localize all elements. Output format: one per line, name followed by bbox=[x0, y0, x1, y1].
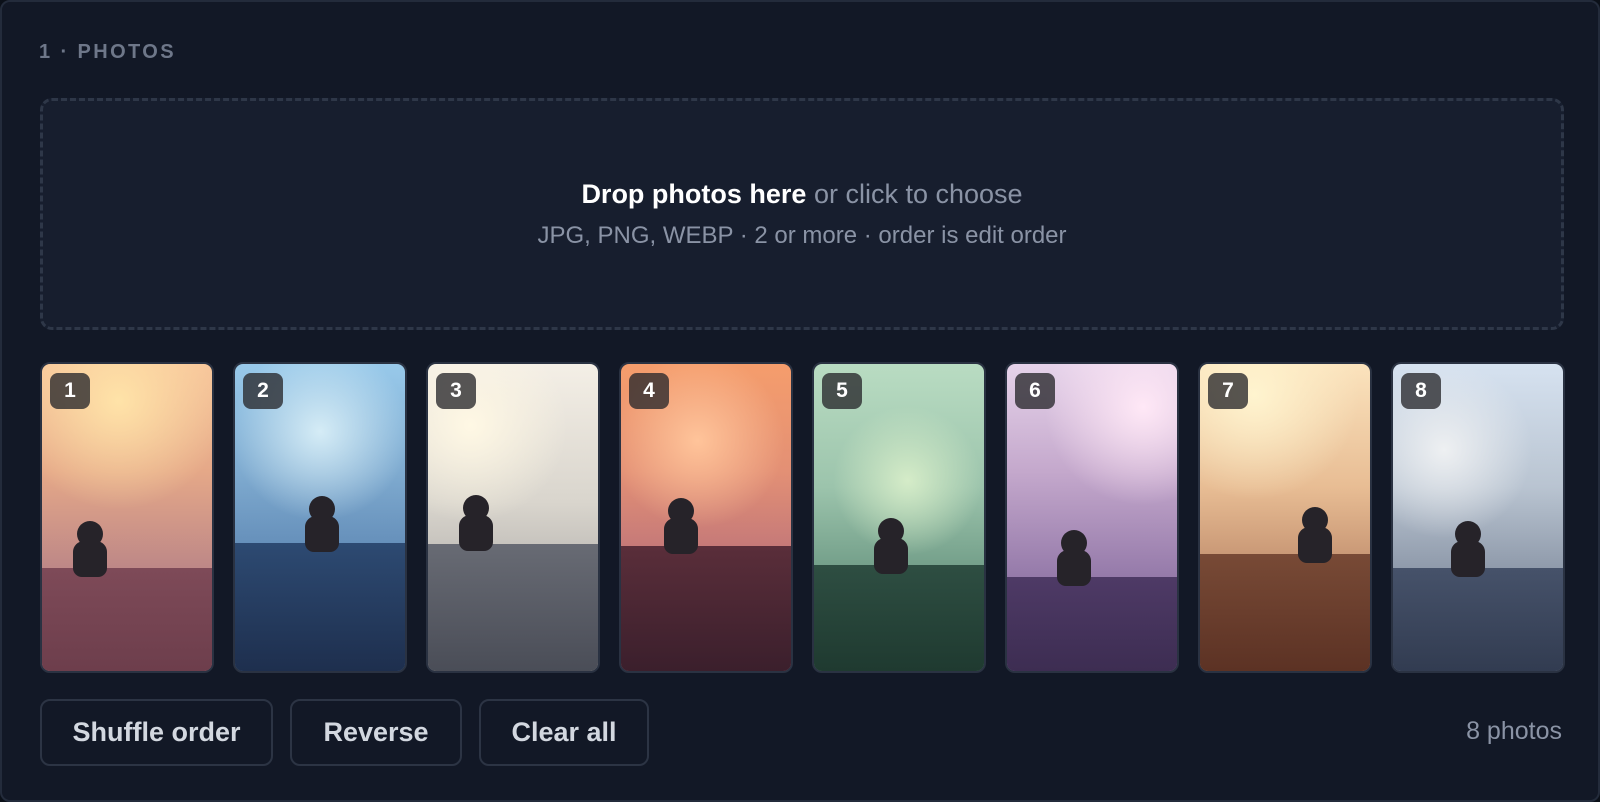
photo-order-badge: 5 bbox=[822, 373, 862, 409]
photo-subject bbox=[1057, 530, 1091, 610]
photo-subject bbox=[664, 498, 698, 578]
dropzone-prompt: Drop photos here or click to choose bbox=[43, 179, 1561, 210]
dropzone-subtitle: or click to choose bbox=[806, 179, 1023, 209]
photo-subject bbox=[1451, 521, 1485, 601]
section-title: 1 · PHOTOS bbox=[39, 41, 176, 63]
photo-subject bbox=[874, 518, 908, 598]
clear-all-button[interactable]: Clear all bbox=[479, 699, 649, 766]
photo-subject bbox=[459, 495, 493, 575]
photo-order-badge: 6 bbox=[1015, 373, 1055, 409]
dropzone-title: Drop photos here bbox=[581, 179, 807, 209]
photo-order-badge: 4 bbox=[629, 373, 669, 409]
photo-thumbnail[interactable]: 6 bbox=[1005, 362, 1179, 673]
photo-order-badge: 8 bbox=[1401, 373, 1441, 409]
photo-thumbnail[interactable]: 5 bbox=[812, 362, 986, 673]
photo-thumbnail[interactable]: 1 bbox=[40, 362, 214, 673]
photo-count: 8 photos bbox=[1466, 717, 1562, 745]
photo-thumbnail[interactable]: 4 bbox=[619, 362, 793, 673]
photo-thumbnail[interactable]: 3 bbox=[426, 362, 600, 673]
photo-subject bbox=[1298, 507, 1332, 587]
reverse-button[interactable]: Reverse bbox=[290, 699, 462, 766]
photo-dropzone[interactable]: Drop photos here or click to choose JPG,… bbox=[40, 98, 1564, 330]
dropzone-hint: JPG, PNG, WEBP · 2 or more · order is ed… bbox=[537, 222, 1067, 249]
photos-panel: 1 · PHOTOS Drop photos here or click to … bbox=[0, 0, 1600, 802]
photo-thumbnail-list: 1 2 3 4 5 6 7 8 bbox=[40, 362, 1565, 674]
photo-order-badge: 2 bbox=[243, 373, 283, 409]
photo-thumbnail[interactable]: 2 bbox=[233, 362, 407, 673]
photo-thumbnail[interactable]: 7 bbox=[1198, 362, 1372, 673]
photo-order-badge: 7 bbox=[1208, 373, 1248, 409]
photo-thumbnail[interactable]: 8 bbox=[1391, 362, 1565, 673]
photo-order-badge: 1 bbox=[50, 373, 90, 409]
photo-subject bbox=[73, 521, 107, 601]
shuffle-order-button[interactable]: Shuffle order bbox=[40, 699, 273, 766]
photo-subject bbox=[305, 496, 339, 576]
photo-order-badge: 3 bbox=[436, 373, 476, 409]
